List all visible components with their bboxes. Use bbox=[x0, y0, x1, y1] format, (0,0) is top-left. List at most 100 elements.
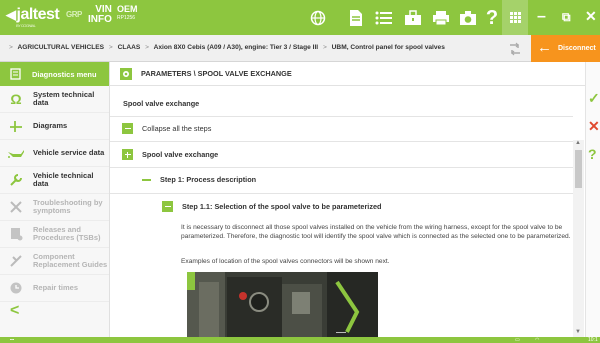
page-title: PARAMETERS \ SPOOL VALVE EXCHANGE bbox=[110, 62, 585, 86]
step-1-title: Step 1: Process description bbox=[160, 175, 257, 184]
sidebar-item-label: Component Replacement Guides bbox=[33, 252, 108, 269]
sidebar-item-component-replacement[interactable]: Component Replacement Guides bbox=[0, 248, 109, 275]
breadcrumb-separator: > bbox=[145, 44, 149, 51]
diagram-icon bbox=[7, 118, 25, 134]
status-bar: ⎓ ▭ ◠ 10:1 bbox=[0, 337, 600, 343]
sidebar-item-label: Releases and Procedures (TSBs) bbox=[33, 225, 101, 242]
spool-valve-photo bbox=[187, 272, 378, 337]
cancel-button[interactable]: ✕ bbox=[588, 118, 600, 135]
globe-icon[interactable] bbox=[307, 7, 329, 29]
sidebar-item-system-technical-data[interactable]: Ω System technical data bbox=[0, 86, 109, 113]
minus-icon bbox=[122, 123, 133, 134]
scroll-down-icon[interactable]: ▼ bbox=[575, 329, 581, 335]
procedure-title: Spool valve exchange bbox=[142, 150, 219, 159]
sidebar-item-repair-times[interactable]: Repair times bbox=[0, 275, 109, 302]
tools-icon bbox=[7, 199, 25, 215]
vertical-scrollbar[interactable]: ▲ ▼ bbox=[573, 140, 584, 337]
sidebar-item-vehicle-service-data[interactable]: Vehicle service data bbox=[0, 140, 109, 167]
breadcrumb-separator: > bbox=[322, 44, 327, 51]
sidebar: Diagnostics menu Ω System technical data… bbox=[0, 62, 110, 337]
logo-symbol-icon: ◀ bbox=[6, 7, 16, 22]
sidebar-item-releases[interactable]: Releases and Procedures (TSBs) bbox=[0, 221, 109, 248]
list-icon[interactable] bbox=[373, 7, 395, 29]
diagnostics-icon bbox=[9, 68, 21, 80]
breadcrumb-item[interactable]: CLAAS bbox=[118, 44, 141, 51]
oem-code: RP1256 bbox=[117, 15, 136, 21]
oem-button[interactable]: OEM RP1256 bbox=[117, 5, 138, 23]
collapse-all-label: Collapse all the steps bbox=[142, 124, 212, 133]
battery-icon: ▭ bbox=[515, 337, 520, 343]
app-logo: ◀jaltest GRP BY COGNIAL bbox=[6, 6, 82, 28]
breadcrumb-item[interactable]: UBM, Control panel for spool valves bbox=[332, 44, 445, 51]
procedure-toggle[interactable]: Spool valve exchange bbox=[122, 149, 218, 160]
help-icon[interactable]: ? bbox=[481, 7, 503, 29]
disconnect-button[interactable]: ← Disconnect bbox=[531, 35, 600, 62]
divider bbox=[110, 193, 573, 194]
omega-icon: Ω bbox=[10, 91, 22, 107]
divider bbox=[110, 141, 573, 142]
disconnect-label: Disconnect bbox=[558, 45, 596, 52]
divider bbox=[110, 116, 573, 117]
replacement-icon bbox=[7, 253, 25, 269]
scrollbar-thumb[interactable] bbox=[575, 150, 582, 188]
sidebar-item-label: System technical data bbox=[33, 90, 95, 107]
apps-grid-icon[interactable] bbox=[502, 0, 528, 35]
clock-time: 10:1 bbox=[588, 337, 598, 343]
printer-icon[interactable] bbox=[430, 7, 452, 29]
action-bar: ✓ ✕ ? bbox=[585, 62, 600, 337]
collapse-all-button[interactable]: Collapse all the steps bbox=[122, 123, 211, 134]
section-title: Spool valve exchange bbox=[123, 99, 200, 108]
restore-button[interactable]: ⧉ bbox=[562, 10, 571, 25]
step-1-1-title: Step 1.1: Selection of the spool valve t… bbox=[182, 202, 382, 211]
dash-icon bbox=[142, 178, 151, 181]
usb-icon: ⎓ bbox=[10, 337, 14, 343]
sidebar-item-label: Vehicle service data bbox=[33, 148, 105, 157]
clock-gear-icon bbox=[7, 280, 25, 296]
breadcrumb-separator: > bbox=[108, 44, 113, 51]
step-description: It is necessary to disconnect all those … bbox=[181, 224, 571, 241]
breadcrumb-separator: > bbox=[9, 44, 13, 51]
arrow-left-icon: ← bbox=[537, 39, 552, 56]
releases-icon bbox=[7, 226, 25, 242]
logo-group: GRP bbox=[66, 10, 82, 19]
sidebar-item-diagrams[interactable]: Diagrams bbox=[0, 113, 109, 140]
sidebar-item-label: Repair times bbox=[33, 283, 79, 292]
sidebar-item-label: Troubleshooting by symptoms bbox=[33, 198, 103, 215]
wrench-icon bbox=[7, 172, 25, 188]
resize-grip[interactable] bbox=[336, 332, 346, 336]
examples-text: Examples of location of the spool valves… bbox=[181, 258, 390, 265]
toolbox-icon[interactable] bbox=[402, 7, 424, 29]
close-button[interactable]: ✕ bbox=[585, 8, 597, 25]
sidebar-item-vehicle-technical-data[interactable]: Vehicle technical data bbox=[0, 167, 109, 194]
gear-icon bbox=[120, 67, 132, 80]
logo-subtitle: BY COGNIAL bbox=[16, 23, 36, 28]
accept-button[interactable]: ✓ bbox=[588, 90, 600, 107]
vin-info-button[interactable]: VIN INFO bbox=[88, 5, 112, 25]
connection-status-icon bbox=[510, 42, 520, 56]
divider bbox=[110, 167, 573, 168]
sidebar-item-label: Vehicle technical data bbox=[33, 171, 94, 188]
breadcrumb: > AGRICULTURAL VEHICLES > CLAAS > Axion … bbox=[0, 35, 600, 62]
document-icon[interactable] bbox=[345, 7, 367, 29]
scroll-up-icon[interactable]: ▲ bbox=[575, 140, 581, 146]
plus-icon bbox=[122, 149, 133, 160]
sidebar-header-label: Diagnostics menu bbox=[32, 69, 97, 79]
sidebar-item-troubleshooting[interactable]: Troubleshooting by symptoms bbox=[0, 194, 109, 221]
minus-icon bbox=[162, 201, 173, 212]
collapse-sidebar-button[interactable]: < bbox=[10, 302, 19, 320]
breadcrumb-item[interactable]: Axion 8X0 Cebis (A09 / A30), engine: Tie… bbox=[154, 44, 319, 51]
wifi-icon: ◠ bbox=[535, 337, 540, 343]
main-content: PARAMETERS \ SPOOL VALVE EXCHANGE Spool … bbox=[110, 62, 585, 337]
sidebar-item-label: Diagrams bbox=[33, 121, 68, 130]
oil-can-icon bbox=[7, 145, 25, 161]
top-toolbar: ◀jaltest GRP BY COGNIAL VIN INFO OEM RP1… bbox=[0, 0, 600, 35]
oem-label: OEM bbox=[117, 4, 138, 14]
step-1-1-toggle[interactable]: Step 1.1: Selection of the spool valve t… bbox=[162, 201, 382, 212]
page-title-label: PARAMETERS \ SPOOL VALVE EXCHANGE bbox=[141, 69, 292, 78]
sidebar-header[interactable]: Diagnostics menu bbox=[0, 62, 109, 86]
minimize-button[interactable]: – bbox=[537, 8, 546, 26]
camera-icon[interactable] bbox=[457, 7, 479, 29]
breadcrumb-item[interactable]: AGRICULTURAL VEHICLES bbox=[17, 44, 104, 51]
help-button[interactable]: ? bbox=[588, 146, 597, 162]
step-1-toggle[interactable]: Step 1: Process description bbox=[142, 175, 256, 184]
